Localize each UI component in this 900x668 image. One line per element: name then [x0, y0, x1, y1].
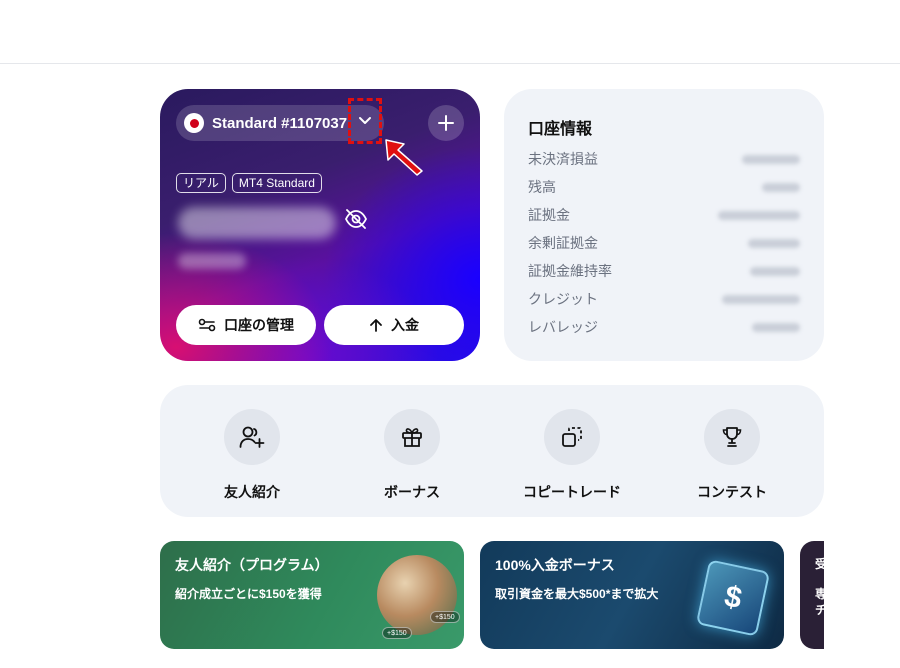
pointer-arrow-icon [385, 139, 423, 176]
platform-tag: MT4 Standard [231, 173, 322, 193]
banner-subtitle: 紹介成立ごとに$150を獲得 [175, 587, 322, 601]
account-name: Standard #1107037 [212, 114, 348, 132]
info-label: 未決済損益 [528, 151, 598, 167]
gift-icon [402, 428, 422, 447]
info-label: レバレッジ [528, 319, 598, 335]
hidden-subvalue [178, 253, 246, 269]
action-contest[interactable]: コンテスト [662, 409, 802, 502]
promo-banner-partial[interactable]: 受 専 チ [800, 541, 824, 649]
account-dropdown-toggle[interactable] [348, 98, 382, 144]
user-plus-icon [239, 426, 265, 448]
eye-off-icon[interactable] [344, 209, 368, 234]
banner-text-fragment: 専 [815, 587, 824, 601]
info-row: 余剰証拠金 [528, 233, 800, 253]
account-type-tag: リアル [176, 173, 226, 193]
hidden-value [718, 210, 800, 220]
referral-photo [377, 555, 457, 635]
info-row: クレジット [528, 289, 800, 309]
action-label: ボーナス [384, 484, 440, 500]
info-row: レバレッジ [528, 317, 800, 337]
account-card: Standard #1107037 リアル MT4 Standard 口座の管理… [160, 89, 480, 361]
account-info-title: 口座情報 [528, 121, 593, 138]
info-row: 未決済損益 [528, 149, 800, 169]
info-label: 残高 [528, 179, 556, 195]
manage-account-label: 口座の管理 [224, 317, 294, 333]
copy-icon [562, 427, 582, 447]
info-label: 証拠金維持率 [528, 263, 612, 279]
hidden-value [722, 294, 800, 304]
plus-icon [438, 115, 454, 131]
trophy-icon [722, 427, 742, 447]
info-row: 証拠金維持率 [528, 261, 800, 281]
info-row: 残高 [528, 177, 800, 197]
manage-account-button[interactable]: 口座の管理 [176, 305, 316, 345]
banner-title: 100%入金ボーナス [495, 557, 615, 573]
action-label: コンテスト [697, 484, 767, 500]
promo-banner-referral[interactable]: 友人紹介（プログラム） 紹介成立ごとに$150を獲得 +$150 +$150 [160, 541, 464, 649]
reward-chip: +$150 [430, 611, 460, 623]
reward-chip: +$150 [382, 627, 412, 639]
banner-title: 友人紹介（プログラム） [175, 557, 329, 573]
hidden-value [748, 238, 800, 248]
action-label: コピートレード [523, 484, 621, 500]
deposit-label: 入金 [391, 317, 419, 333]
chevron-down-icon [359, 117, 371, 124]
action-icon-circle [224, 409, 280, 465]
japan-flag-icon [184, 113, 204, 133]
quick-actions-panel: 友人紹介 ボーナス コピートレード コンテスト [160, 385, 824, 517]
hidden-value [742, 154, 800, 164]
info-label: 証拠金 [528, 207, 570, 223]
info-row: 証拠金 [528, 205, 800, 225]
action-bonus[interactable]: ボーナス [342, 409, 482, 502]
add-account-button[interactable] [428, 105, 464, 141]
action-icon-circle [704, 409, 760, 465]
info-label: 余剰証拠金 [528, 235, 598, 251]
info-label: クレジット [528, 291, 598, 307]
hidden-balance [178, 207, 336, 239]
action-copy-trade[interactable]: コピートレード [502, 409, 642, 502]
dollar-symbol: $ [721, 579, 745, 616]
hidden-value [750, 266, 800, 276]
promo-banner-deposit-bonus[interactable]: 100%入金ボーナス 取引資金を最大$500*まで拡大 $ [480, 541, 784, 649]
hidden-value [752, 322, 800, 332]
top-bar [0, 0, 900, 64]
dollar-cube-icon: $ [695, 559, 771, 637]
action-label: 友人紹介 [224, 484, 280, 500]
account-info-panel: 口座情報 未決済損益 残高 証拠金 余剰証拠金 証拠金維持率 クレジット レバレ… [504, 89, 824, 361]
deposit-button[interactable]: 入金 [324, 305, 464, 345]
action-icon-circle [544, 409, 600, 465]
action-refer-friend[interactable]: 友人紹介 [182, 409, 322, 502]
arrow-up-icon [370, 319, 382, 332]
hidden-value [762, 182, 800, 192]
banner-subtitle: 取引資金を最大$500*まで拡大 [495, 587, 659, 601]
settings-sliders-icon [198, 318, 216, 332]
account-tags: リアル MT4 Standard [176, 173, 322, 193]
banner-text-fragment: チ [815, 603, 824, 617]
banner-title-fragment: 受 [815, 557, 824, 571]
action-icon-circle [384, 409, 440, 465]
